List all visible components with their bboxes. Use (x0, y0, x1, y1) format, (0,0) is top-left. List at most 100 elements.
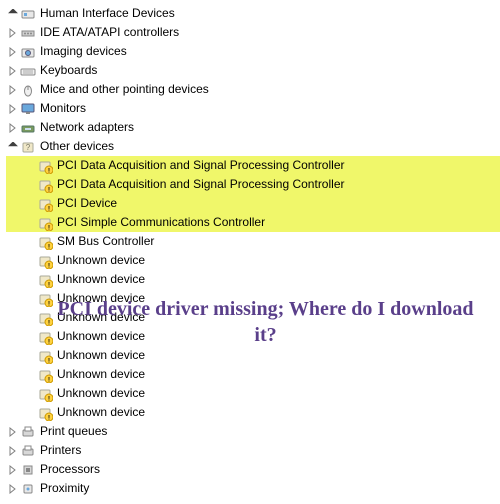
no-arrow (23, 349, 37, 363)
tree-device-item[interactable]: !PCI Simple Communications Controller (6, 213, 500, 232)
device-warning-icon: ! (37, 158, 53, 174)
tree-category-other[interactable]: ?Other devices (6, 137, 500, 156)
tree-item-label: Network adapters (40, 118, 134, 137)
tree-item-label: SM Bus Controller (57, 232, 154, 251)
keyboard-icon (20, 63, 36, 79)
expand-arrow-icon[interactable] (6, 102, 20, 116)
no-arrow (23, 368, 37, 382)
svg-text:!: ! (48, 168, 50, 174)
svg-text:!: ! (48, 301, 50, 307)
device-warning-icon: ! (37, 329, 53, 345)
tree-device-item[interactable]: ! PCI Device (6, 194, 500, 213)
tree-item-label: Unknown device (57, 270, 145, 289)
expand-arrow-open-icon[interactable] (6, 7, 20, 21)
expand-arrow-icon[interactable] (6, 121, 20, 135)
no-arrow (23, 216, 37, 230)
device-warning-icon: ! (37, 234, 53, 250)
svg-text:!: ! (48, 339, 50, 345)
monitor-icon (20, 101, 36, 117)
expand-arrow-open-icon[interactable] (6, 140, 20, 154)
tree-item-label: Unknown device (57, 308, 145, 327)
svg-text:!: ! (48, 377, 50, 383)
tree-device-item[interactable]: !Unknown device (6, 384, 500, 403)
tree-category[interactable]: Processors (6, 460, 500, 479)
no-arrow (23, 273, 37, 287)
tree-device-item[interactable]: ! Unknown device (6, 327, 500, 346)
ide-icon (20, 25, 36, 41)
tree-item-label: Printers (40, 441, 81, 460)
tree-device-item[interactable]: !Unknown device (6, 403, 500, 422)
svg-text:!: ! (48, 263, 50, 269)
tree-item-label: Unknown device (57, 289, 145, 308)
tree-device-item[interactable]: !SM Bus Controller (6, 232, 500, 251)
tree-item-label: PCI Simple Communications Controller (57, 213, 295, 232)
expand-arrow-icon[interactable] (6, 45, 20, 59)
tree-category[interactable]: Network adapters (6, 118, 500, 137)
device-warning-icon: ! (37, 348, 53, 364)
svg-text:!: ! (48, 320, 50, 326)
expand-arrow-icon[interactable] (6, 425, 20, 439)
tree-category[interactable]: Proximity (6, 479, 500, 498)
svg-text:!: ! (48, 415, 50, 421)
device-warning-icon: ! (37, 253, 53, 269)
tree-item-label: Imaging devices (40, 42, 127, 61)
tree-category[interactable]: Monitors (6, 99, 500, 118)
tree-item-label: PCI Data Acquisition and Signal Processi… (57, 175, 374, 194)
device-warning-icon: ! (37, 310, 53, 326)
tree-category[interactable]: Human Interface Devices (6, 4, 500, 23)
device-warning-icon: ! (37, 386, 53, 402)
tree-item-label: Unknown device (57, 365, 145, 384)
tree-device-item[interactable]: ! Unknown device (6, 365, 500, 384)
no-arrow (23, 235, 37, 249)
no-arrow (23, 311, 37, 325)
tree-item-label: IDE ATA/ATAPI controllers (40, 23, 179, 42)
tree-item-label: Human Interface Devices (40, 4, 175, 23)
tree-category[interactable]: Printers (6, 441, 500, 460)
tree-item-label: Print queues (40, 422, 107, 441)
expand-arrow-icon[interactable] (6, 83, 20, 97)
tree-category[interactable]: IDE ATA/ATAPI controllers (6, 23, 500, 42)
tree-device-item[interactable]: ! PCI Data Acquisition and Signal Process… (6, 156, 500, 175)
svg-text:?: ? (26, 143, 31, 152)
expand-arrow-icon[interactable] (6, 64, 20, 78)
expand-arrow-icon[interactable] (6, 463, 20, 477)
tree-category[interactable]: Print queues (6, 422, 500, 441)
tree-item-label: Unknown device (57, 346, 145, 365)
cpu-icon (20, 462, 36, 478)
expand-arrow-icon[interactable] (6, 482, 20, 496)
device-warning-icon: ! (37, 367, 53, 383)
no-arrow (23, 178, 37, 192)
tree-device-item[interactable]: ! Unknown device (6, 289, 500, 308)
mouse-icon (20, 82, 36, 98)
expand-arrow-icon[interactable] (6, 444, 20, 458)
tree-item-label: PCI Device (57, 194, 147, 213)
no-arrow (23, 406, 37, 420)
tree-device-item[interactable]: !Unknown device (6, 346, 500, 365)
svg-text:!: ! (48, 282, 50, 288)
network-icon (20, 120, 36, 136)
tree-item-label: Unknown device (57, 251, 145, 270)
tree-device-item[interactable]: ! Unknown device (6, 251, 500, 270)
printer-icon (20, 443, 36, 459)
tree-item-label: PCI Data Acquisition and Signal Processi… (57, 156, 374, 175)
expand-arrow-icon[interactable] (6, 26, 20, 40)
tree-item-label: Proximity (40, 479, 89, 498)
tree-item-label: Processors (40, 460, 100, 479)
tree-category[interactable]: Imaging devices (6, 42, 500, 61)
device-warning-icon: ! (37, 177, 53, 193)
tree-device-item[interactable]: !PCI Data Acquisition and Signal Process… (6, 175, 500, 194)
device-warning-icon: ! (37, 272, 53, 288)
tree-item-label: Monitors (40, 99, 86, 118)
tree-category[interactable]: Mice and other pointing devices (6, 80, 500, 99)
printer-icon (20, 424, 36, 440)
tree-item-label: Mice and other pointing devices (40, 80, 209, 99)
device-warning-icon: ! (37, 291, 53, 307)
no-arrow (23, 387, 37, 401)
hid-icon (20, 6, 36, 22)
tree-category[interactable]: Keyboards (6, 61, 500, 80)
tree-device-item[interactable]: ! Unknown device (6, 308, 500, 327)
no-arrow (23, 197, 37, 211)
tree-item-label: Unknown device (57, 327, 145, 346)
svg-text:!: ! (48, 206, 50, 212)
tree-device-item[interactable]: ! Unknown device (6, 270, 500, 289)
